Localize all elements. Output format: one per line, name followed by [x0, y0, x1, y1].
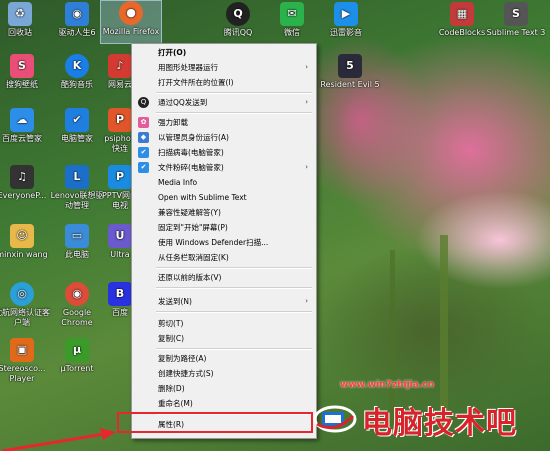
desktop: ♻ 回收站 ◉ 驱动人生6 ● Mozilla Firefox Q 腾讯QQ ✉… [0, 0, 550, 451]
watermark-brand: 电脑技术吧 [362, 406, 517, 441]
annotation-arrow [1, 428, 116, 451]
watermark-url: www.win7zhijia.cn [340, 380, 434, 390]
watermark-logo-icon [313, 405, 357, 433]
